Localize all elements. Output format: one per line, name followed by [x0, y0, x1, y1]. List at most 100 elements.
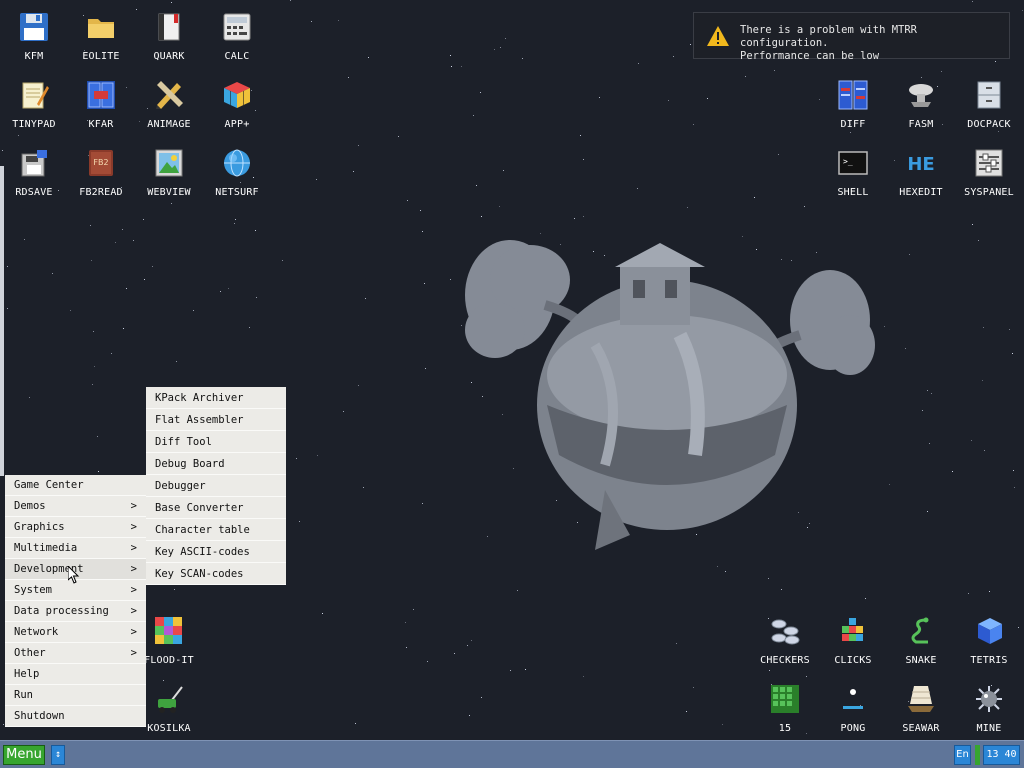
star [522, 58, 523, 59]
desktop-icon-app-[interactable]: APP+ [203, 70, 271, 134]
submenu-item-kpack-archiver[interactable]: KPack Archiver [146, 387, 286, 409]
submenu-item-debug-board[interactable]: Debug Board [146, 453, 286, 475]
star [583, 159, 584, 160]
submenu-item-flat-assembler[interactable]: Flat Assembler [146, 409, 286, 431]
star [413, 609, 414, 610]
server-icon [904, 78, 938, 112]
pong-icon [836, 682, 870, 716]
desktop-icon-clicks[interactable]: CLICKS [819, 606, 887, 670]
star [91, 260, 92, 261]
menu-item-game-center[interactable]: Game Center [5, 475, 146, 496]
star [126, 288, 127, 289]
menu-button[interactable]: Menu [3, 745, 45, 765]
star [722, 724, 723, 725]
menu-item-run[interactable]: Run [5, 685, 146, 706]
desktop-icon-shell[interactable]: >_ SHELL [819, 138, 887, 202]
submenu-item-key-scan-codes[interactable]: Key SCAN-codes [146, 563, 286, 585]
menu-item-network[interactable]: Network > [5, 622, 146, 643]
star [144, 279, 145, 280]
submenu-item-label: KPack Archiver [155, 392, 244, 404]
desktop-icon-tetris[interactable]: TETRIS [955, 606, 1023, 670]
menu-item-label: Graphics [14, 521, 65, 533]
star [18, 135, 19, 136]
desktop-icon-webview[interactable]: WEBVIEW [135, 138, 203, 202]
star [193, 310, 194, 311]
notification-line-2: Performance can be low [740, 50, 880, 62]
picture-icon [152, 146, 186, 180]
menu-item-demos[interactable]: Demos > [5, 496, 146, 517]
desktop-icon-fb2read[interactable]: FB2 FB2READ [67, 138, 135, 202]
desktop-icon-fasm[interactable]: FASM [887, 70, 955, 134]
desktop-icon-label: DOCPACK [967, 119, 1011, 130]
star [461, 66, 462, 67]
menu-item-label: Other [14, 647, 46, 659]
star [450, 279, 451, 280]
desktop-icon-15[interactable]: 15 [751, 674, 819, 738]
star [693, 687, 694, 688]
language-indicator[interactable]: En [954, 745, 971, 765]
desktop-icon-kfm[interactable]: KFM [0, 2, 68, 66]
panels-icon [84, 78, 118, 112]
star [24, 239, 25, 240]
menu-item-data-processing[interactable]: Data processing > [5, 601, 146, 622]
desktop-icon-netsurf[interactable]: NETSURF [203, 138, 271, 202]
star [420, 210, 421, 211]
star [968, 593, 969, 594]
menu-item-other[interactable]: Other > [5, 643, 146, 664]
submenu-item-character-table[interactable]: Character table [146, 519, 286, 541]
menu-item-multimedia[interactable]: Multimedia > [5, 538, 146, 559]
desktop-icon-docpack[interactable]: DOCPACK [955, 70, 1023, 134]
menu-item-help[interactable]: Help [5, 664, 146, 685]
desktop-icon-label: SHELL [837, 187, 869, 198]
desktop-icon-calc[interactable]: CALC [203, 2, 271, 66]
star [358, 385, 359, 386]
submenu-item-base-converter[interactable]: Base Converter [146, 497, 286, 519]
desktop-icon-animage[interactable]: ANIMAGE [135, 70, 203, 134]
star [1013, 470, 1014, 471]
star [343, 411, 344, 412]
star [220, 291, 221, 292]
star [982, 380, 983, 381]
menu-item-graphics[interactable]: Graphics > [5, 517, 146, 538]
star [234, 223, 235, 224]
star [7, 266, 8, 267]
star [171, 203, 172, 204]
desktop-icon-mine[interactable]: MINE [955, 674, 1023, 738]
star [972, 1, 973, 2]
star [322, 613, 323, 614]
desktop-icon-pong[interactable]: PONG [819, 674, 887, 738]
desktop-icon-kfar[interactable]: KFAR [67, 70, 135, 134]
submenu-item-label: Flat Assembler [155, 414, 244, 426]
mtrr-notification[interactable]: There is a problem with MTRR configurati… [693, 12, 1010, 62]
star [122, 229, 123, 230]
star [725, 571, 726, 572]
left-edge-bar [0, 166, 4, 476]
desktop-icon-syspanel[interactable]: SYSPANEL [955, 138, 1023, 202]
desktop-icon-tinypad[interactable]: TINYPAD [0, 70, 68, 134]
star [427, 661, 428, 662]
desktop-icon-eolite[interactable]: EOLITE [67, 2, 135, 66]
desktop-icon-quark[interactable]: QUARK [135, 2, 203, 66]
window-switch-button[interactable]: ↕ [51, 745, 65, 765]
submenu-item-diff-tool[interactable]: Diff Tool [146, 431, 286, 453]
star [481, 216, 482, 217]
submenu-item-debugger[interactable]: Debugger [146, 475, 286, 497]
tray-indicator [975, 745, 980, 765]
desktop-icon-hexedit[interactable]: HE HEXEDIT [887, 138, 955, 202]
desktop-icon-diff[interactable]: DIFF [819, 70, 887, 134]
desktop-icon-snake[interactable]: SNAKE [887, 606, 955, 670]
desktop-icon-rdsave[interactable]: RDSAVE [0, 138, 68, 202]
star [503, 170, 504, 171]
star [540, 233, 541, 234]
desktop-icon-seawar[interactable]: SEAWAR [887, 674, 955, 738]
menu-item-shutdown[interactable]: Shutdown [5, 706, 146, 727]
star [471, 640, 472, 641]
star [927, 390, 928, 391]
star [405, 622, 406, 623]
desktop-icon-checkers[interactable]: CHECKERS [751, 606, 819, 670]
star [299, 521, 300, 522]
clock[interactable]: 13 40 [983, 745, 1020, 765]
star [454, 653, 455, 654]
star [668, 100, 669, 101]
submenu-item-key-ascii-codes[interactable]: Key ASCII-codes [146, 541, 286, 563]
